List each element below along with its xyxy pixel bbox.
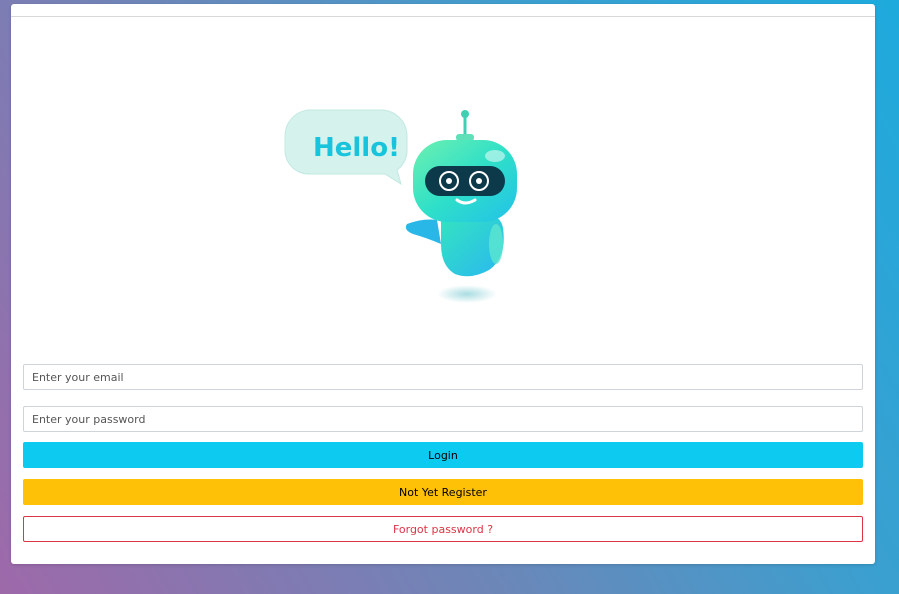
speech-bubble: Hello! — [284, 109, 408, 186]
robot-shadow — [437, 285, 497, 303]
hello-robot-illustration: Hello! — [284, 109, 517, 303]
login-card: Hello! Login Not Yet Register Forgot pas… — [11, 4, 875, 564]
login-button[interactable]: Login — [23, 442, 863, 468]
login-button-label: Login — [428, 448, 458, 462]
robot-visor — [425, 166, 505, 196]
robot-arm — [405, 219, 441, 244]
bubble-text: Hello! — [313, 133, 400, 163]
register-button-label: Not Yet Register — [399, 485, 487, 499]
forgot-password-button[interactable]: Forgot password ? — [23, 516, 863, 542]
register-button[interactable]: Not Yet Register — [23, 479, 863, 505]
email-field[interactable] — [23, 364, 863, 390]
card-divider — [11, 16, 875, 17]
forgot-password-label: Forgot password ? — [392, 522, 494, 536]
password-field[interactable] — [23, 406, 863, 432]
